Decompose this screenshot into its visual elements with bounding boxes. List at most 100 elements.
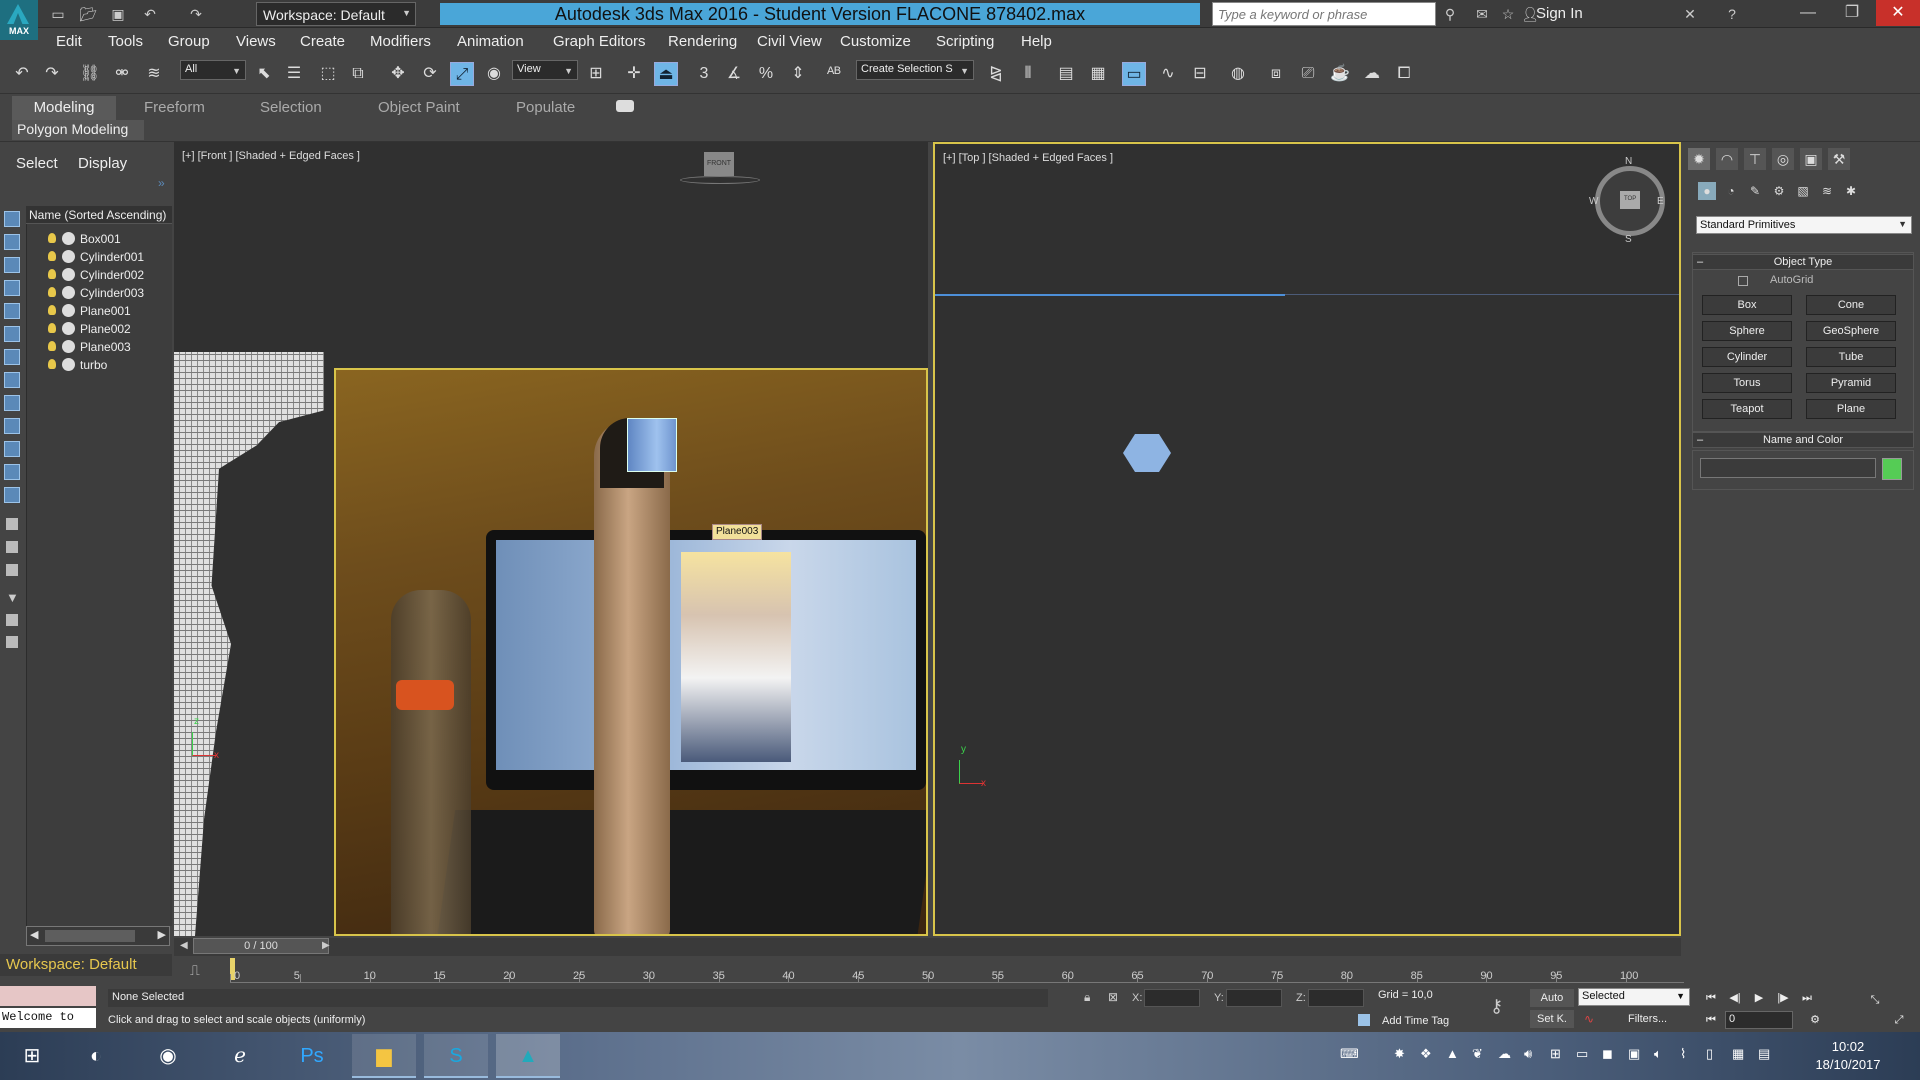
torus-button[interactable]: Torus bbox=[1702, 373, 1792, 393]
undo-icon[interactable]: ↶ bbox=[140, 4, 160, 24]
viewcube-compass[interactable]: TOP bbox=[1595, 166, 1665, 236]
light-bulb-icon[interactable] bbox=[48, 341, 56, 351]
time-prev-icon[interactable]: ◀ bbox=[180, 940, 188, 951]
y-coord-input[interactable] bbox=[1226, 989, 1282, 1007]
maximize-button[interactable]: ❐ bbox=[1830, 0, 1874, 26]
open-folder-icon[interactable]: 📂︎ bbox=[78, 4, 98, 24]
rectangular-selection-icon[interactable]: ⬚ bbox=[316, 62, 340, 86]
battery-icon[interactable]: ▯ bbox=[1706, 1046, 1713, 1062]
pyramid-button[interactable]: Pyramid bbox=[1806, 373, 1896, 393]
lock-selection-icon[interactable]: 🔒︎ bbox=[1084, 990, 1090, 1005]
list-item[interactable]: Cylinder003 bbox=[44, 284, 172, 302]
windows-start-icon[interactable]: ⊞ bbox=[0, 1034, 64, 1078]
pivot-point-icon[interactable]: ⊞ bbox=[584, 62, 608, 86]
filter-icon[interactable]: ▼ bbox=[6, 590, 19, 605]
play-icon[interactable]: ▶ bbox=[1750, 990, 1768, 1006]
menu-graph-editors[interactable]: Graph Editors bbox=[553, 33, 646, 50]
display-invert-icon[interactable] bbox=[6, 564, 18, 576]
select-by-name-icon[interactable]: ☰ bbox=[282, 62, 306, 86]
list-item[interactable]: Cylinder001 bbox=[44, 248, 172, 266]
geometry-category-select[interactable]: Standard Primitives ▼ bbox=[1696, 216, 1912, 234]
skype-icon[interactable]: S bbox=[424, 1034, 488, 1078]
light-bulb-icon[interactable] bbox=[48, 305, 56, 315]
list-item[interactable]: Plane002 bbox=[44, 320, 172, 338]
hierarchy-panel-icon[interactable]: ⊤ bbox=[1744, 148, 1766, 170]
viewport-label-front[interactable]: [+] [Front ] [Shaded + Edged Faces ] bbox=[182, 150, 360, 162]
sphere-button[interactable]: Sphere bbox=[1702, 321, 1792, 341]
visibility-icon[interactable] bbox=[62, 340, 75, 353]
action-center-icon[interactable]: ▤ bbox=[1758, 1046, 1770, 1062]
x-coord-input[interactable] bbox=[1144, 989, 1200, 1007]
viewcube[interactable]: FRONT bbox=[704, 152, 734, 176]
speaker-alert-icon[interactable]: 🔊︎ bbox=[1524, 1046, 1532, 1062]
display-hidden-icon[interactable] bbox=[4, 487, 20, 503]
maxscript-listener-input[interactable] bbox=[0, 986, 96, 1006]
link-icon[interactable]: ⛓ bbox=[78, 62, 102, 86]
light-bulb-icon[interactable] bbox=[48, 359, 56, 369]
list-item[interactable]: Cylinder002 bbox=[44, 266, 172, 284]
redo-icon[interactable]: ↷ bbox=[40, 62, 64, 86]
nvidia-icon[interactable]: ◼ bbox=[1602, 1046, 1613, 1062]
cameras-icon[interactable]: ⚙ bbox=[1770, 182, 1788, 200]
scene-explorer-select-menu[interactable]: Select bbox=[16, 155, 58, 172]
angle-snap-icon[interactable]: ∡ bbox=[722, 62, 746, 86]
tab-modeling[interactable]: Modeling bbox=[12, 96, 116, 120]
taskbar-clock[interactable]: 10:02 18/10/2017 bbox=[1800, 1038, 1896, 1074]
modify-panel-icon[interactable]: ◠ bbox=[1716, 148, 1738, 170]
shapes-icon[interactable]: ◔ bbox=[1722, 182, 1740, 200]
help-icon[interactable]: ? bbox=[1722, 4, 1742, 24]
menu-tools[interactable]: Tools bbox=[108, 33, 143, 50]
rotate-icon[interactable]: ⟳ bbox=[418, 62, 442, 86]
light-bulb-icon[interactable] bbox=[48, 323, 56, 333]
name-color-rollout-header[interactable]: – Name and Color bbox=[1692, 432, 1914, 448]
horizontal-scrollbar[interactable]: ◀ ▶ bbox=[26, 926, 170, 946]
scene-explorer-display-menu[interactable]: Display bbox=[78, 155, 127, 172]
chrome-icon[interactable]: ◉ bbox=[136, 1034, 200, 1078]
reference-photo-plane[interactable] bbox=[334, 368, 928, 936]
cone-button[interactable]: Cone bbox=[1806, 295, 1896, 315]
go-to-start-icon[interactable]: ⏮ bbox=[1702, 990, 1720, 1006]
light-bulb-icon[interactable] bbox=[48, 287, 56, 297]
visibility-icon[interactable] bbox=[62, 322, 75, 335]
binoculars-icon[interactable]: ⚲ bbox=[1440, 4, 1460, 24]
viewcube-ring[interactable] bbox=[680, 176, 760, 184]
helpers-icon[interactable]: ▧ bbox=[1794, 182, 1812, 200]
polygon-modeling-panel[interactable]: Polygon Modeling bbox=[12, 120, 144, 140]
menu-help[interactable]: Help bbox=[1021, 33, 1052, 50]
scroll-left-icon[interactable]: ◀ bbox=[30, 928, 38, 941]
object-color-swatch[interactable] bbox=[1882, 458, 1902, 480]
network-icon[interactable]: ⌇ bbox=[1680, 1046, 1686, 1062]
time-next-icon[interactable]: ▶ bbox=[322, 940, 330, 951]
bind-spacewarp-icon[interactable]: ≋ bbox=[142, 62, 166, 86]
save-icon[interactable]: ▣ bbox=[108, 4, 128, 24]
communication-center-icon[interactable]: ✉ bbox=[1472, 4, 1492, 24]
toggle-ribbon-icon[interactable]: ▭ bbox=[1122, 62, 1146, 86]
menu-customize[interactable]: Customize bbox=[840, 33, 911, 50]
space-warps-icon[interactable]: ≋ bbox=[1818, 182, 1836, 200]
menu-scripting[interactable]: Scripting bbox=[936, 33, 994, 50]
geosphere-button[interactable]: GeoSphere bbox=[1806, 321, 1896, 341]
display-frozen-icon[interactable] bbox=[4, 464, 20, 480]
tray-app-icon[interactable]: ✸ bbox=[1394, 1046, 1405, 1062]
key-icon[interactable]: ⚷ bbox=[1490, 996, 1503, 1017]
light-bulb-icon[interactable] bbox=[48, 233, 56, 243]
tab-freeform[interactable]: Freeform bbox=[144, 99, 205, 116]
mini-curve-editor-icon[interactable]: ⎍ bbox=[190, 962, 200, 979]
visibility-icon[interactable] bbox=[62, 268, 75, 281]
auto-key-button[interactable]: Auto bbox=[1530, 989, 1574, 1007]
notifications-icon[interactable]: ▦ bbox=[1732, 1046, 1744, 1062]
cortana-icon[interactable]: ◐ bbox=[64, 1034, 128, 1078]
display-all-icon[interactable] bbox=[6, 518, 18, 530]
workspace-select[interactable]: Workspace: Default ▼ bbox=[256, 2, 416, 26]
menu-edit[interactable]: Edit bbox=[56, 33, 82, 50]
window-crossing-icon[interactable]: ⧉ bbox=[346, 62, 370, 86]
file-explorer-icon[interactable]: ▆ bbox=[352, 1034, 416, 1078]
viewport-nav-icon[interactable]: ⤡ bbox=[1866, 992, 1884, 1008]
a360-render-icon[interactable]: ⧠ bbox=[1392, 62, 1416, 86]
maxscript-output[interactable]: Welcome to bbox=[0, 1008, 96, 1028]
display-xrefs-icon[interactable] bbox=[4, 395, 20, 411]
new-file-icon[interactable]: ▭ bbox=[48, 4, 68, 24]
internet-explorer-icon[interactable]: ℯ bbox=[208, 1034, 272, 1078]
exchange-x-icon[interactable]: ✕ bbox=[1680, 4, 1700, 24]
app-menu-logo[interactable]: MAX bbox=[0, 0, 38, 40]
